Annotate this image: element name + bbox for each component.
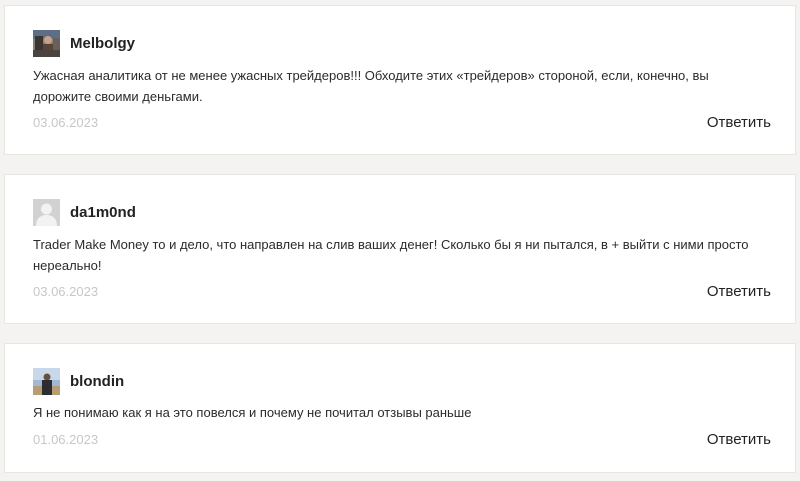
comment-card: Melbolgy Ужасная аналитика от не менее у… xyxy=(4,5,796,155)
reply-button[interactable]: Ответить xyxy=(707,431,771,448)
comment-text: Ужасная аналитика от не менее ужасных тр… xyxy=(33,68,709,104)
avatar-icon xyxy=(33,367,60,395)
comment-card: blondin Я не понимаю как я на это повелс… xyxy=(4,343,796,473)
comment-author: blondin xyxy=(70,372,125,390)
comment-header: da1m0nd xyxy=(33,198,136,226)
comment-date: 03.06.2023 xyxy=(33,115,99,130)
comment-header: Melbolgy xyxy=(33,29,136,57)
comment-date: 01.06.2023 xyxy=(33,432,99,447)
comment-author: da1m0nd xyxy=(70,203,136,221)
comment-text: Я не понимаю как я на это повелся и поче… xyxy=(33,405,472,420)
reply-button[interactable]: Ответить xyxy=(707,283,771,300)
comment-card: da1m0nd Trader Make Money то и дело, что… xyxy=(4,174,796,324)
comment-text: Trader Make Money то и дело, что направл… xyxy=(33,237,749,273)
reply-button[interactable]: Ответить xyxy=(707,114,771,131)
comment-author: Melbolgy xyxy=(70,34,136,52)
comment-header: blondin xyxy=(33,367,125,395)
default-user-icon xyxy=(33,198,60,226)
comment-date: 03.06.2023 xyxy=(33,284,99,299)
avatar-icon xyxy=(33,29,60,57)
